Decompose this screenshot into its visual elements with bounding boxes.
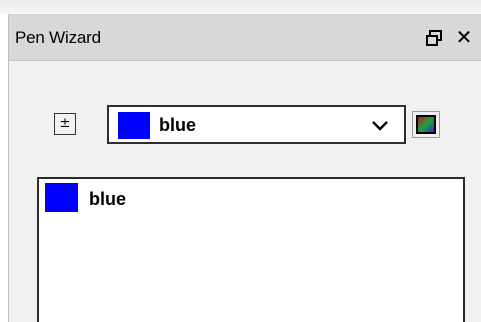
close-icon[interactable]: ✕ bbox=[453, 26, 475, 48]
pen-list[interactable]: blue bbox=[37, 177, 465, 322]
pen-wizard-panel: Pen Wizard ✕ ± blue blue bbox=[8, 14, 481, 322]
color-swatch bbox=[118, 112, 150, 139]
list-item[interactable]: blue bbox=[45, 183, 345, 215]
chevron-down-icon[interactable] bbox=[371, 119, 389, 131]
background-shadow bbox=[0, 0, 481, 14]
list-item-label: blue bbox=[89, 189, 127, 209]
color-palette-icon bbox=[416, 115, 436, 134]
color-palette-button[interactable] bbox=[412, 111, 440, 138]
expand-toggle-button[interactable]: ± bbox=[54, 113, 76, 135]
pen-color-dropdown[interactable]: blue bbox=[107, 105, 406, 144]
restore-window-icon[interactable] bbox=[425, 29, 443, 47]
pen-wizard-window: Pen Wizard ✕ ± blue blue bbox=[0, 0, 481, 322]
selected-color-label: blue bbox=[159, 115, 197, 135]
title-bar[interactable]: Pen Wizard ✕ bbox=[9, 15, 481, 61]
color-swatch bbox=[45, 183, 78, 212]
window-title: Pen Wizard bbox=[15, 28, 101, 47]
